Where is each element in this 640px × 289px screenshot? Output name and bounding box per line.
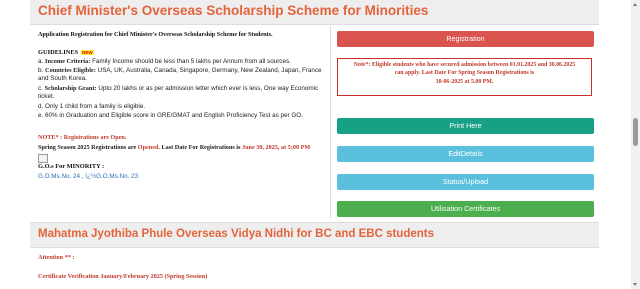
guidelines-heading: GUIDELINES NEW	[38, 49, 94, 56]
intro-text: Application Registration for Chief Minis…	[38, 31, 273, 38]
guideline-label: Scholarship Grant:	[44, 85, 97, 92]
scroll-down-arrow-icon[interactable]	[633, 283, 637, 286]
go-link-23[interactable]: ï¿½G.O.Ms.No. 23	[85, 173, 138, 180]
guideline-text: Family Income should be less than 5 lakh…	[92, 58, 291, 65]
spring-text: Spring Season 2025 Registrations are	[38, 144, 137, 151]
spring-season-notice: Spring Season 2025 Registrations are Ope…	[38, 144, 310, 151]
guideline-grant: c. Scholarship Grant: Upto 20 lakhs or a…	[38, 85, 330, 101]
guideline-countries: b. Countries Eligible: USA, UK, Australi…	[38, 67, 330, 83]
alert-line: Note*: Eligible students who have secure…	[353, 62, 576, 68]
print-here-button[interactable]: Print Here	[337, 118, 594, 134]
go-links: G.O.Ms.No. 24 , ï¿½G.O.Ms.No. 23	[38, 173, 138, 180]
guideline-prefix: a.	[38, 58, 44, 65]
guideline-label: Countries Eligible:	[45, 67, 96, 74]
guidelines-label: GUIDELINES	[38, 49, 79, 56]
section-title: Chief Minister's Overseas Scholarship Sc…	[38, 3, 429, 18]
section-header-minorities: Chief Minister's Overseas Scholarship Sc…	[30, 0, 599, 25]
attention-label: Attention ** :	[38, 254, 75, 261]
status-upload-button[interactable]: Status/Upload	[337, 174, 594, 190]
opened-text: Opened.	[137, 144, 160, 151]
page: Chief Minister's Overseas Scholarship Sc…	[30, 0, 599, 289]
gos-heading: G.O.s For MINORITY :	[38, 163, 105, 170]
alert-line: can apply. Last Date For Spring Season R…	[394, 70, 535, 77]
guideline-income: a. Income Criteria: Family Income should…	[38, 58, 330, 66]
utilisation-certificates-button[interactable]: Utilisation Certificates	[337, 201, 594, 217]
go-link-24[interactable]: G.O.Ms.No. 24	[38, 173, 80, 180]
certificate-verification-link[interactable]: Certificate Verification January/Februar…	[38, 273, 207, 280]
alert-line: 30-06-2025 at 5.00 PM.	[435, 78, 494, 85]
spring-text-2: Last Date For Registrations is	[161, 144, 241, 151]
guideline-one-child: d. Only 1 child from a family is eligibl…	[38, 103, 146, 110]
section-title: Mahatma Jyothiba Phule Overseas Vidya Ni…	[38, 228, 434, 240]
section-header-bc-ebc: Mahatma Jyothiba Phule Overseas Vidya Ni…	[30, 222, 599, 248]
guideline-prefix: b.	[38, 67, 44, 74]
new-badge: NEW	[81, 50, 94, 56]
guideline-score: e. 60% in Graduation and Eligible score …	[38, 112, 303, 119]
registrations-open-note: NOTE* : Registrations are Open.	[38, 134, 127, 141]
registration-button[interactable]: Registration	[337, 31, 594, 47]
scroll-up-arrow-icon[interactable]	[633, 3, 637, 6]
scheme-details: Application Registration for Chief Minis…	[36, 28, 332, 218]
guideline-label: Income Criteria:	[45, 58, 91, 65]
edit-details-button[interactable]: EditDetails	[337, 146, 594, 162]
last-date-text: June 30, 2025, at 5:00 PM	[241, 144, 311, 151]
eligibility-alert: Note*: Eligible students who have secure…	[337, 58, 592, 96]
broken-image-icon	[38, 154, 48, 163]
guideline-prefix: c.	[38, 85, 43, 92]
scrollbar-thumb[interactable]	[633, 118, 638, 146]
